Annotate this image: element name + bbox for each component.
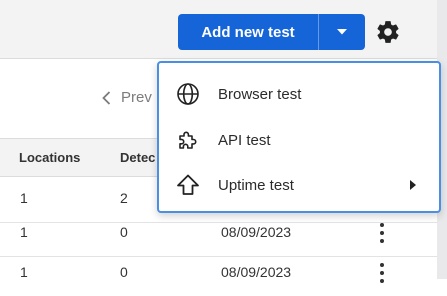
chevron-left-icon[interactable] <box>102 90 111 105</box>
column-header-locations[interactable]: Locations <box>19 150 80 165</box>
cell-date: 08/09/2023 <box>221 264 292 280</box>
column-header-detections[interactable]: Detec <box>120 150 155 165</box>
table-row[interactable]: 1 0 08/09/2023 <box>0 250 437 296</box>
cell-locations: 1 <box>20 264 28 280</box>
menu-item-label: Browser test <box>218 85 302 103</box>
cell-detections: 0 <box>120 264 128 280</box>
more-options-icon[interactable] <box>377 222 387 244</box>
add-new-test-button[interactable]: Add new test <box>178 14 319 50</box>
more-options-icon[interactable] <box>377 262 387 284</box>
globe-icon <box>177 83 199 105</box>
puzzle-icon <box>179 131 197 149</box>
menu-item-label: API test <box>218 131 271 149</box>
cell-detections: 2 <box>120 190 128 206</box>
menu-item-label: Uptime test <box>218 176 294 194</box>
prev-page-link[interactable]: Prev <box>121 89 152 106</box>
cell-locations: 1 <box>20 190 28 206</box>
add-test-menu: Browser test API test Uptime test <box>157 61 441 213</box>
menu-item-uptime-test[interactable]: Uptime test <box>159 162 439 208</box>
caret-right-icon <box>410 180 416 190</box>
pager: Prev <box>102 89 152 106</box>
cell-date: 08/09/2023 <box>221 224 292 240</box>
cell-detections: 0 <box>120 224 128 240</box>
gear-icon[interactable] <box>375 19 401 45</box>
add-test-dropdown-toggle[interactable] <box>319 14 365 50</box>
add-new-test-split-button[interactable]: Add new test <box>178 14 365 50</box>
menu-item-browser-test[interactable]: Browser test <box>159 71 439 117</box>
cell-locations: 1 <box>20 224 28 240</box>
menu-item-api-test[interactable]: API test <box>159 117 439 163</box>
add-new-test-label: Add new test <box>201 23 295 41</box>
arrow-up-icon <box>177 174 199 195</box>
caret-down-icon <box>337 29 347 35</box>
